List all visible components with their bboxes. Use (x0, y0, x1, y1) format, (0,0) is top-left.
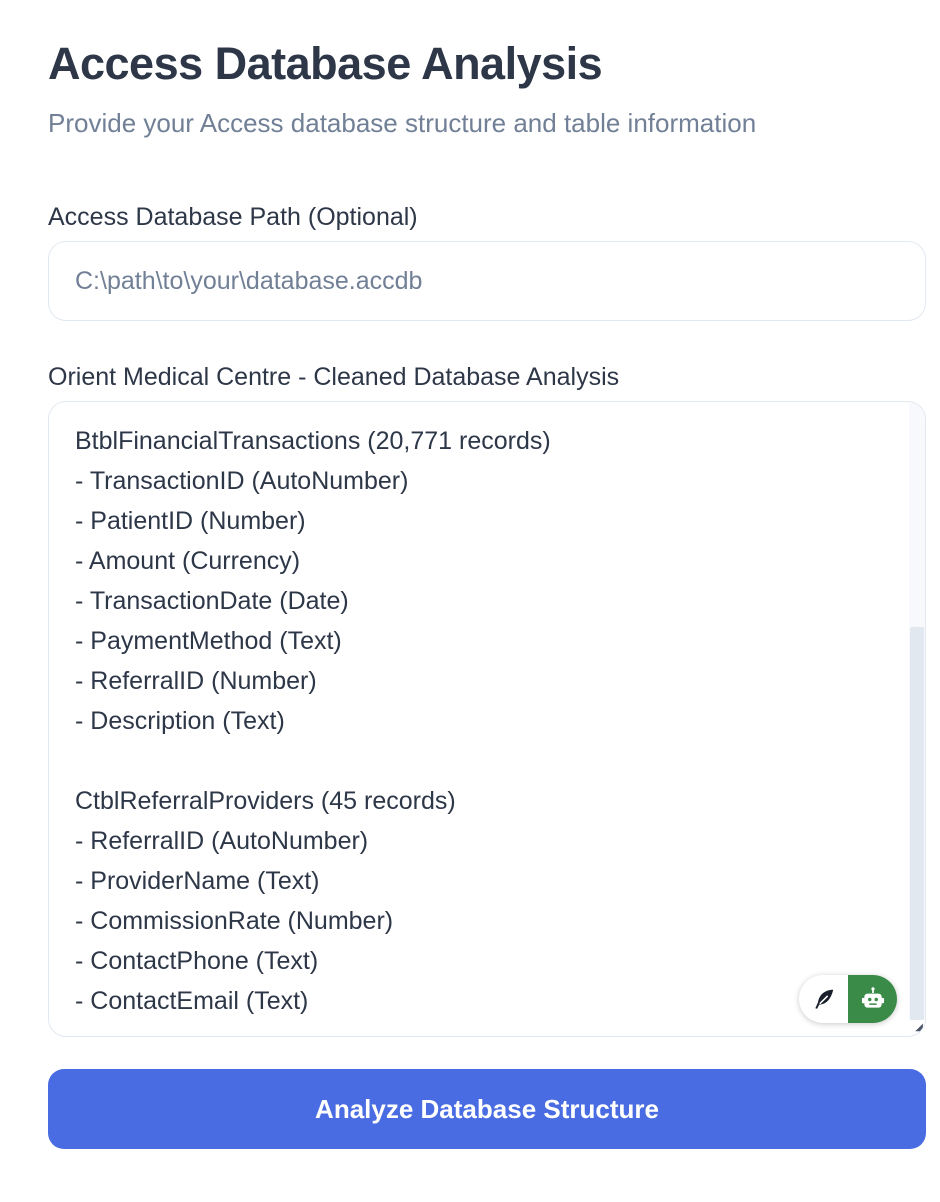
textarea-scrollbar[interactable] (909, 402, 925, 1020)
analyze-button[interactable]: Analyze Database Structure (48, 1069, 926, 1149)
database-structure-textarea[interactable]: BtblFinancialTransactions (20,771 record… (48, 401, 926, 1037)
structure-field-label: Orient Medical Centre - Cleaned Database… (48, 363, 620, 391)
database-structure-text[interactable]: BtblFinancialTransactions (20,771 record… (75, 421, 895, 1021)
page-subtitle: Provide your Access database structure a… (48, 108, 757, 138)
database-path-input[interactable] (48, 241, 926, 321)
robot-button[interactable] (848, 975, 897, 1023)
page-title: Access Database Analysis (48, 38, 603, 89)
feather-icon (814, 989, 833, 1009)
path-field-label: Access Database Path (Optional) (48, 203, 418, 231)
assistant-widget (799, 975, 897, 1023)
robot-icon (861, 987, 884, 1008)
feather-button[interactable] (799, 975, 848, 1023)
resize-handle-icon[interactable]: ◢ (911, 1022, 923, 1034)
textarea-scrollbar-thumb[interactable] (910, 627, 924, 1020)
analysis-card: Access Database Analysis Provide your Ac… (0, 0, 940, 1202)
